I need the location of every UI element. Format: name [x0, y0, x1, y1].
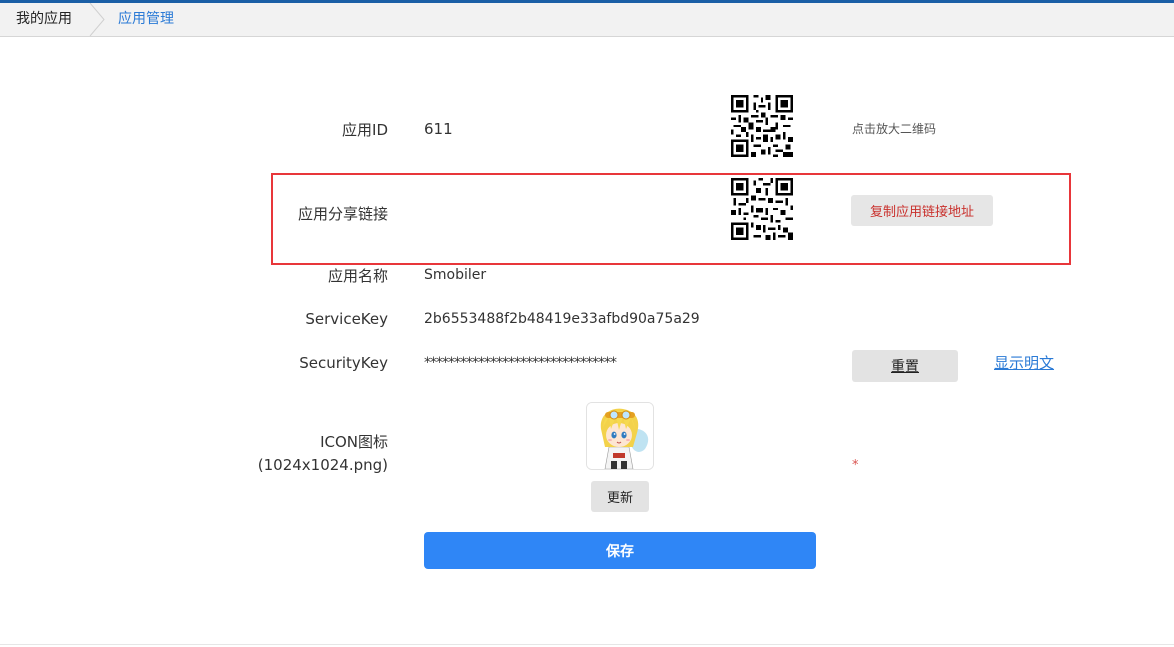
breadcrumb-separator-icon — [89, 3, 105, 36]
anime-character-avatar-icon — [587, 403, 653, 469]
update-icon-button[interactable]: 更新 — [591, 481, 649, 512]
icon-label-line1: ICON图标 — [320, 433, 388, 451]
reset-button-label: 重置 — [891, 359, 919, 375]
icon-label-line2: (1024x1024.png) — [257, 456, 388, 474]
required-mark: * — [852, 458, 859, 473]
qr-code-icon[interactable] — [731, 95, 793, 157]
app-id-value: 611 — [424, 120, 453, 138]
app-id-label: 应用ID — [342, 121, 388, 139]
service-key-value: 2b6553488f2b48419e33afbd90a75a29 — [424, 311, 700, 327]
service-key-label: ServiceKey — [305, 310, 388, 328]
share-link-label: 应用分享链接 — [297, 205, 388, 223]
security-key-label: SecurityKey — [299, 354, 388, 372]
reset-button[interactable]: 重置 — [852, 350, 958, 382]
qr-enlarge-hint: 点击放大二维码 — [852, 122, 937, 136]
bottom-divider — [0, 644, 1174, 645]
copy-app-link-button[interactable]: 复制应用链接地址 — [851, 195, 993, 226]
breadcrumb: 我的应用 应用管理 — [0, 3, 1174, 37]
breadcrumb-home[interactable]: 我的应用 — [0, 3, 92, 36]
app-name-label: 应用名称 — [327, 267, 388, 285]
save-button[interactable]: 保存 — [424, 532, 816, 569]
app-name-value: Smobiler — [424, 267, 487, 283]
app-icon-preview[interactable] — [586, 402, 654, 470]
show-plaintext-link[interactable]: 显示明文 — [994, 352, 1054, 373]
security-key-value: ******************************** — [424, 355, 617, 371]
qr-code-icon[interactable] — [731, 178, 793, 240]
breadcrumb-current[interactable]: 应用管理 — [118, 3, 174, 36]
